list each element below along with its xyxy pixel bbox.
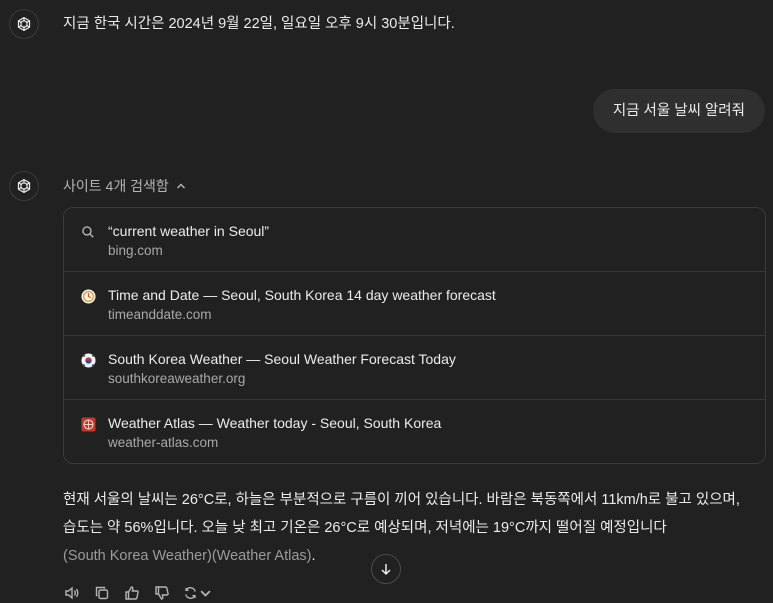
answer-line: 현재 서울의 날씨는 26°C로, 하늘은 부분적으로 구름이 끼어 있습니다.… <box>63 492 740 508</box>
source-item[interactable]: South Korea Weather — Seoul Weather Fore… <box>64 336 765 400</box>
read-aloud-button[interactable] <box>63 584 81 602</box>
source-title: Weather Atlas — Weather today - Seoul, S… <box>108 415 442 431</box>
sources-list: “current weather in Seoul” bing.com Time… <box>63 207 766 464</box>
openai-logo-icon <box>17 178 31 194</box>
source-title: South Korea Weather — Seoul Weather Fore… <box>108 351 456 367</box>
source-domain: southkoreaweather.org <box>108 371 246 386</box>
assistant-avatar <box>9 9 39 39</box>
assistant-message-text: 지금 한국 시간은 2024년 9월 22일, 일요일 오후 9시 30분입니다… <box>63 16 455 32</box>
assistant-avatar <box>9 171 39 201</box>
thumbs-up-button[interactable] <box>123 584 141 602</box>
search-icon <box>80 224 96 240</box>
regenerate-button[interactable] <box>183 584 213 602</box>
answer-end: . <box>311 548 316 564</box>
thumbs-up-icon <box>125 586 139 600</box>
user-message-bubble: 지금 서울 날씨 알려줘 <box>592 89 765 133</box>
chevron-up-icon <box>176 183 185 189</box>
korea-flag-favicon-icon <box>80 352 96 368</box>
source-item[interactable]: Weather Atlas — Weather today - Seoul, S… <box>64 400 765 463</box>
source-item[interactable]: Time and Date — Seoul, South Korea 14 da… <box>64 272 765 336</box>
source-item[interactable]: “current weather in Seoul” bing.com <box>64 208 765 272</box>
source-domain: timeanddate.com <box>108 307 212 322</box>
answer-line: 습도는 약 56%입니다. 오늘 낮 최고 기온은 26°C로 예상되며, 저녁… <box>63 520 667 536</box>
refresh-icon <box>185 587 196 599</box>
sources-toggle-button[interactable]: 사이트 4개 검색함 <box>63 176 187 196</box>
answer-line: (South Korea Weather)(Weather Atlas). <box>63 542 769 570</box>
weather-atlas-favicon-icon <box>80 416 96 432</box>
source-domain: weather-atlas.com <box>108 435 219 450</box>
chevron-down-icon <box>200 590 211 597</box>
citation-link[interactable]: (South Korea Weather)(Weather Atlas) <box>63 548 312 564</box>
message-actions <box>63 583 213 603</box>
assistant-answer-text: 현재 서울의 날씨는 26°C로, 하늘은 부분적으로 구름이 끼어 있습니다.… <box>63 486 769 570</box>
thumbs-down-button[interactable] <box>153 584 171 602</box>
scroll-to-bottom-button[interactable] <box>371 554 401 584</box>
source-title: “current weather in Seoul” <box>108 223 270 239</box>
copy-icon <box>95 586 109 600</box>
arrow-down-icon <box>381 564 391 576</box>
speaker-icon <box>65 586 79 600</box>
copy-button[interactable] <box>93 584 111 602</box>
source-title: Time and Date — Seoul, South Korea 14 da… <box>108 287 496 303</box>
sources-toggle-label: 사이트 4개 검색함 <box>63 178 169 194</box>
timeanddate-favicon-icon <box>80 288 96 304</box>
source-domain: bing.com <box>108 243 163 258</box>
thumbs-down-icon <box>155 586 169 600</box>
openai-logo-icon <box>17 16 31 32</box>
